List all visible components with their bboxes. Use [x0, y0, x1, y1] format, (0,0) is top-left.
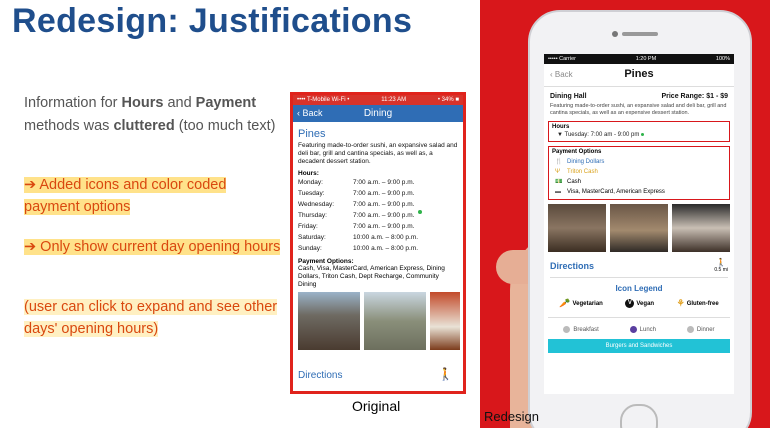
- lunch-dot-icon: [629, 326, 637, 333]
- hours-row: Tuesday: 7:00 a.m. – 9:00 p.m.: [298, 190, 415, 197]
- card-icon: ▬: [555, 189, 561, 195]
- status-bar: ••••• Carrier 1:20 PM 100%: [544, 54, 734, 64]
- hours-row: Friday: 7:00 a.m. – 9:00 p.m.: [298, 223, 415, 230]
- expand-triangle-icon[interactable]: ▼: [557, 132, 563, 138]
- point-expand: (user can click to expand and see other …: [24, 299, 278, 337]
- cash-icon: 💵: [555, 179, 563, 185]
- trident-icon: Ψ: [555, 169, 561, 175]
- photo-dining-room: [548, 204, 606, 252]
- menu-category-button[interactable]: Burgers and Sandwiches: [548, 339, 730, 353]
- payment-box: Payment Options 🍴 Dining Dollars Ψ Triton …: [548, 146, 730, 200]
- photo-food: [672, 204, 730, 252]
- point-icons: ➔ Added icons and color coded payment op…: [24, 177, 227, 215]
- vegan-icon: V: [625, 299, 635, 308]
- tab-dinner[interactable]: Dinner: [686, 326, 715, 333]
- payment-item: ▬ Visa, MasterCard, American Express: [555, 189, 665, 195]
- directions-link[interactable]: Directions: [298, 370, 342, 381]
- tab-breakfast[interactable]: Breakfast: [563, 326, 599, 333]
- hours-label: Hours: [552, 124, 570, 130]
- icon-legend: 🥕 Vegetarian V Vegan ⚘ Gluten-free: [559, 298, 719, 308]
- photo-strip: [548, 204, 730, 252]
- intro-text: Information for Hours and Payment method…: [24, 95, 276, 134]
- open-dot-icon: [418, 210, 423, 214]
- venue-description: Featuring made-to-order sushi, an expans…: [298, 142, 458, 165]
- hours-row: Saturday: 10:00 a.m. – 8:00 p.m.: [298, 234, 419, 241]
- vegetarian-icon: 🥕: [559, 298, 571, 308]
- photo-counter: [610, 204, 668, 252]
- tab-lunch[interactable]: Lunch: [629, 326, 656, 333]
- hours-row: Wednesday: 7:00 a.m. – 9:00 p.m.: [298, 201, 415, 208]
- gluten-free-icon: ⚘: [676, 298, 685, 308]
- original-screenshot: •••• T-Mobile Wi-Fi • 11:23 AM • 34% ■ ‹…: [290, 92, 466, 394]
- hours-box[interactable]: Hours ▼ Tuesday: 7:00 am - 9:00 pm: [548, 121, 730, 142]
- venue-description: Featuring made-to-order sushi, an expans…: [550, 103, 727, 116]
- camera-icon: [612, 31, 618, 37]
- photo-strip: [298, 292, 463, 350]
- hall-row: Dining Hall Price Range: $1 - $9: [550, 93, 728, 100]
- payment-item: 🍴 Dining Dollars: [555, 159, 605, 165]
- home-button[interactable]: [620, 404, 658, 428]
- hours-today[interactable]: ▼ Tuesday: 7:00 am - 9:00 pm: [557, 132, 726, 138]
- point-current-day: ➔ Only show current day opening hours: [24, 239, 281, 255]
- status-bar: •••• T-Mobile Wi-Fi • 11:23 AM • 34% ■: [293, 95, 463, 105]
- walking-icon: 🚶: [716, 258, 727, 267]
- breakfast-dot-icon: [563, 326, 571, 333]
- nav-bar: ‹ Back Pines: [544, 64, 734, 87]
- directions-link[interactable]: Directions: [550, 261, 594, 271]
- speaker: [622, 32, 658, 36]
- meal-tabs: Breakfast Lunch Dinner: [548, 317, 730, 333]
- legend-title: Icon Legend: [615, 284, 663, 293]
- payment-text: Cash, Visa, MasterCard, American Express…: [298, 265, 445, 288]
- walking-icon[interactable]: 🚶: [438, 367, 453, 381]
- payment-item: Ψ Triton Cash: [555, 169, 598, 175]
- hours-row: Thursday: 7:00 a.m. – 9:00 p.m.: [298, 210, 458, 221]
- hours-row: Monday: 7:00 a.m. – 9:00 p.m.: [298, 179, 415, 186]
- nav-title: Pines: [624, 68, 654, 80]
- payment-label: Payment Options:: [298, 258, 354, 265]
- venue-name: Pines: [298, 128, 326, 140]
- hours-label: Hours:: [298, 170, 319, 177]
- nav-title: Dining: [363, 108, 393, 119]
- redesign-panel: ••••• Carrier 1:20 PM 100% ‹ Back Pines …: [480, 0, 770, 428]
- directions-row[interactable]: Directions 🚶 0.5 mi: [550, 258, 728, 278]
- photo-exterior: [364, 292, 426, 350]
- caption-redesign: Redesign: [484, 409, 539, 424]
- slide-title: Redesign: Justifications: [12, 2, 413, 40]
- distance: 0.5 mi: [714, 267, 728, 273]
- hours-row: Sunday: 10:00 a.m. – 8:00 p.m.: [298, 245, 419, 252]
- redesign-screen: ••••• Carrier 1:20 PM 100% ‹ Back Pines …: [544, 54, 734, 394]
- payment-label: Payment Options: [552, 149, 602, 155]
- fork-knife-icon: 🍴: [555, 159, 563, 165]
- dinner-dot-icon: [686, 326, 694, 333]
- payment-item: 💵 Cash: [555, 179, 582, 185]
- photo-food: [430, 292, 460, 350]
- photo-dining-room: [298, 292, 360, 350]
- redesign-phone: ••••• Carrier 1:20 PM 100% ‹ Back Pines …: [528, 10, 752, 428]
- caption-original: Original: [352, 398, 401, 414]
- nav-bar: ‹ Back Dining: [293, 105, 463, 122]
- open-dot-icon: [641, 132, 645, 136]
